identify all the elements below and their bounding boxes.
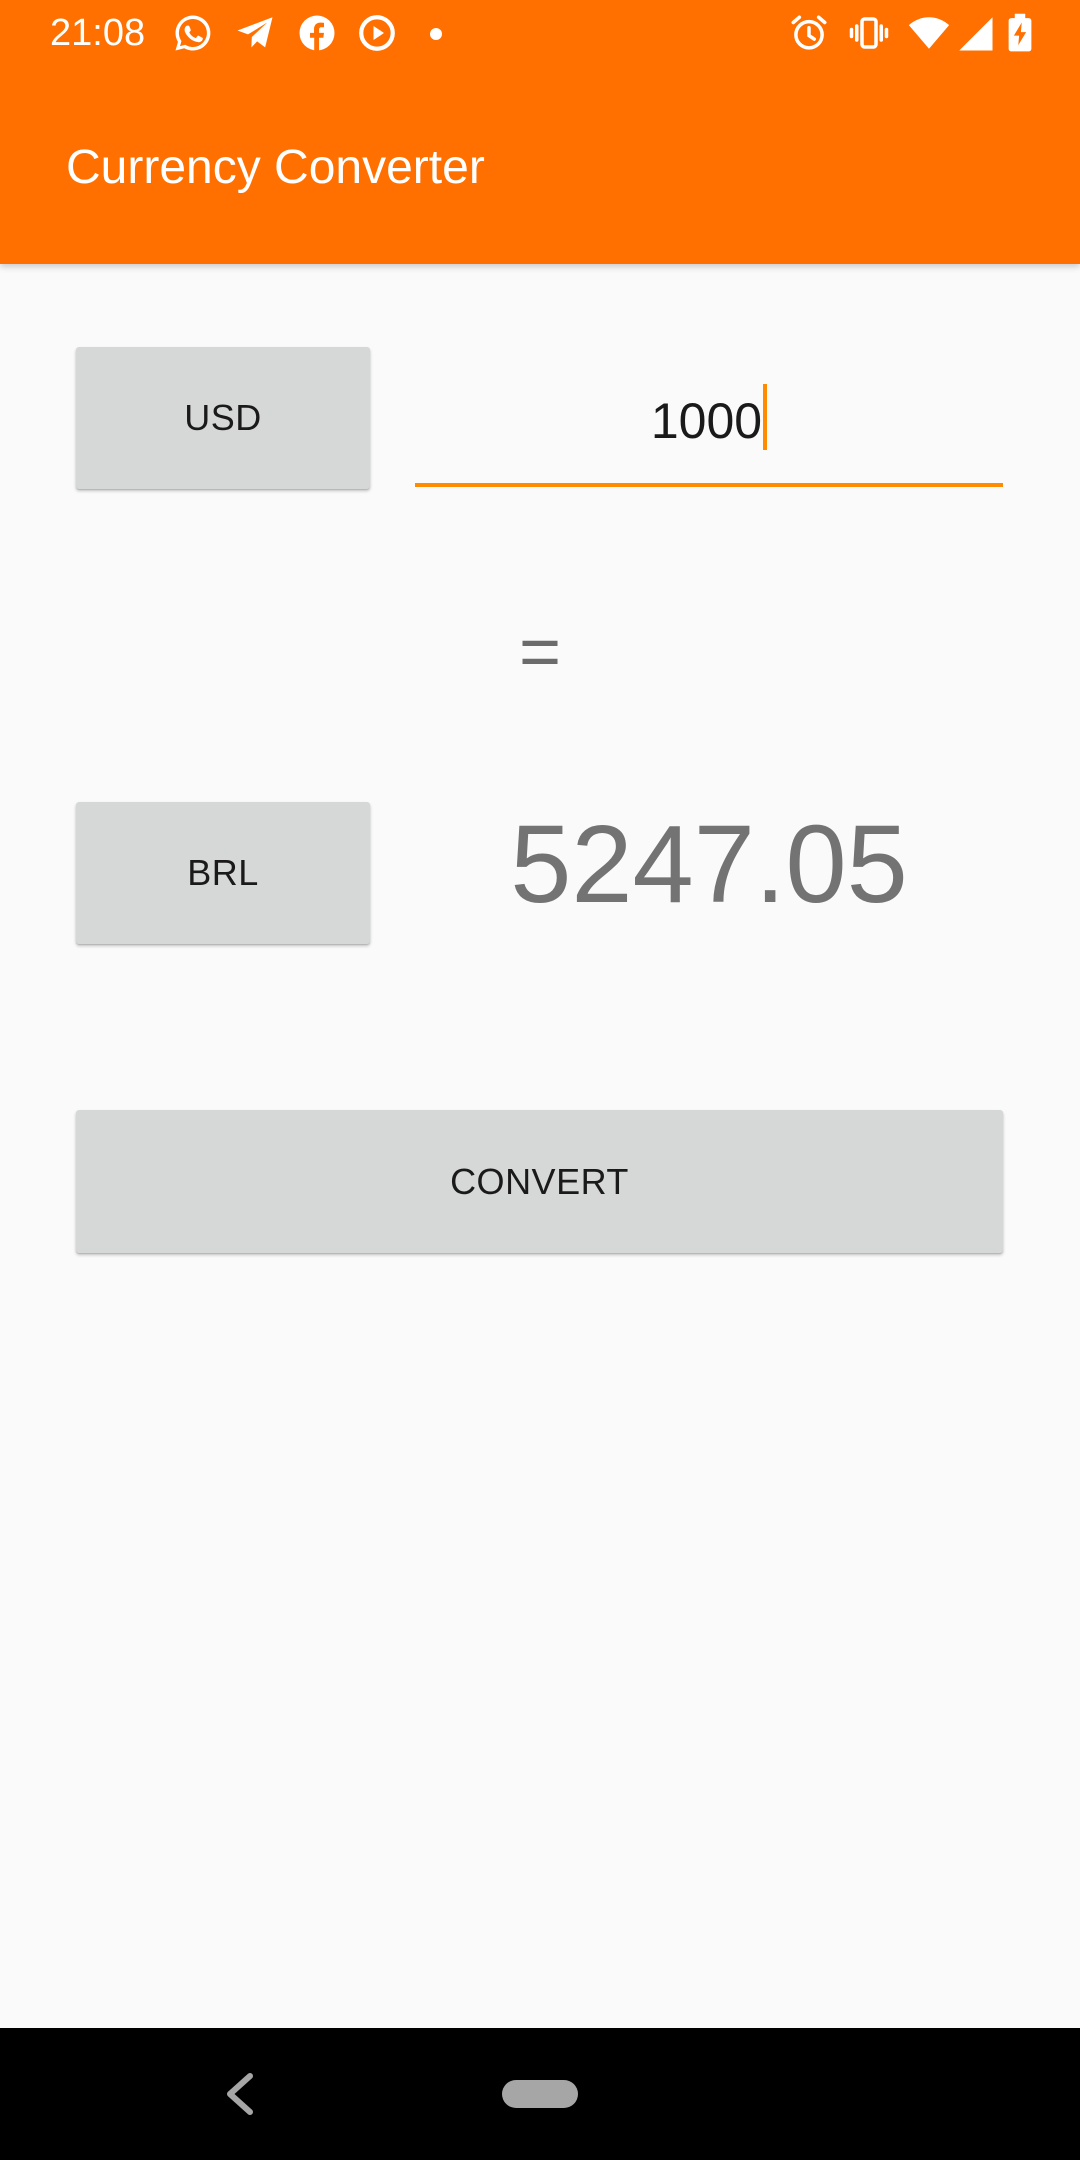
wifi-icon bbox=[908, 12, 950, 54]
alarm-icon bbox=[788, 12, 830, 54]
back-icon[interactable] bbox=[222, 2072, 256, 2116]
convert-button[interactable]: CONVERT bbox=[76, 1110, 1003, 1253]
app-bar: 21:08 Currency Converter bbox=[0, 0, 1080, 264]
dot-icon bbox=[428, 26, 444, 42]
facebook-icon bbox=[296, 12, 338, 54]
app-title: Currency Converter bbox=[66, 141, 485, 194]
amount-input-underline bbox=[415, 483, 1003, 487]
navigation-bar bbox=[0, 2028, 1080, 2160]
status-time: 21:08 bbox=[50, 12, 146, 54]
text-cursor bbox=[763, 384, 768, 450]
vibrate-icon bbox=[848, 12, 890, 54]
amount-input-text: 1000 bbox=[415, 384, 1003, 451]
telegram-icon bbox=[234, 12, 276, 54]
equals-sign: = bbox=[518, 612, 562, 692]
amount-value: 1000 bbox=[650, 393, 763, 449]
status-bar: 21:08 bbox=[0, 0, 1080, 66]
battery-charging-icon bbox=[1004, 12, 1036, 54]
converted-result: 5247.05 bbox=[510, 803, 908, 926]
whatsapp-icon bbox=[172, 12, 214, 54]
signal-icon bbox=[954, 12, 996, 54]
home-pill-icon[interactable] bbox=[502, 2080, 578, 2108]
from-currency-button[interactable]: USD bbox=[76, 347, 370, 489]
play-icon bbox=[356, 12, 398, 54]
screen: 21:08 Currency Converter USD 1000 = BRL … bbox=[0, 0, 1080, 2160]
amount-input[interactable]: 1000 bbox=[415, 372, 1003, 487]
to-currency-button[interactable]: BRL bbox=[76, 802, 370, 944]
